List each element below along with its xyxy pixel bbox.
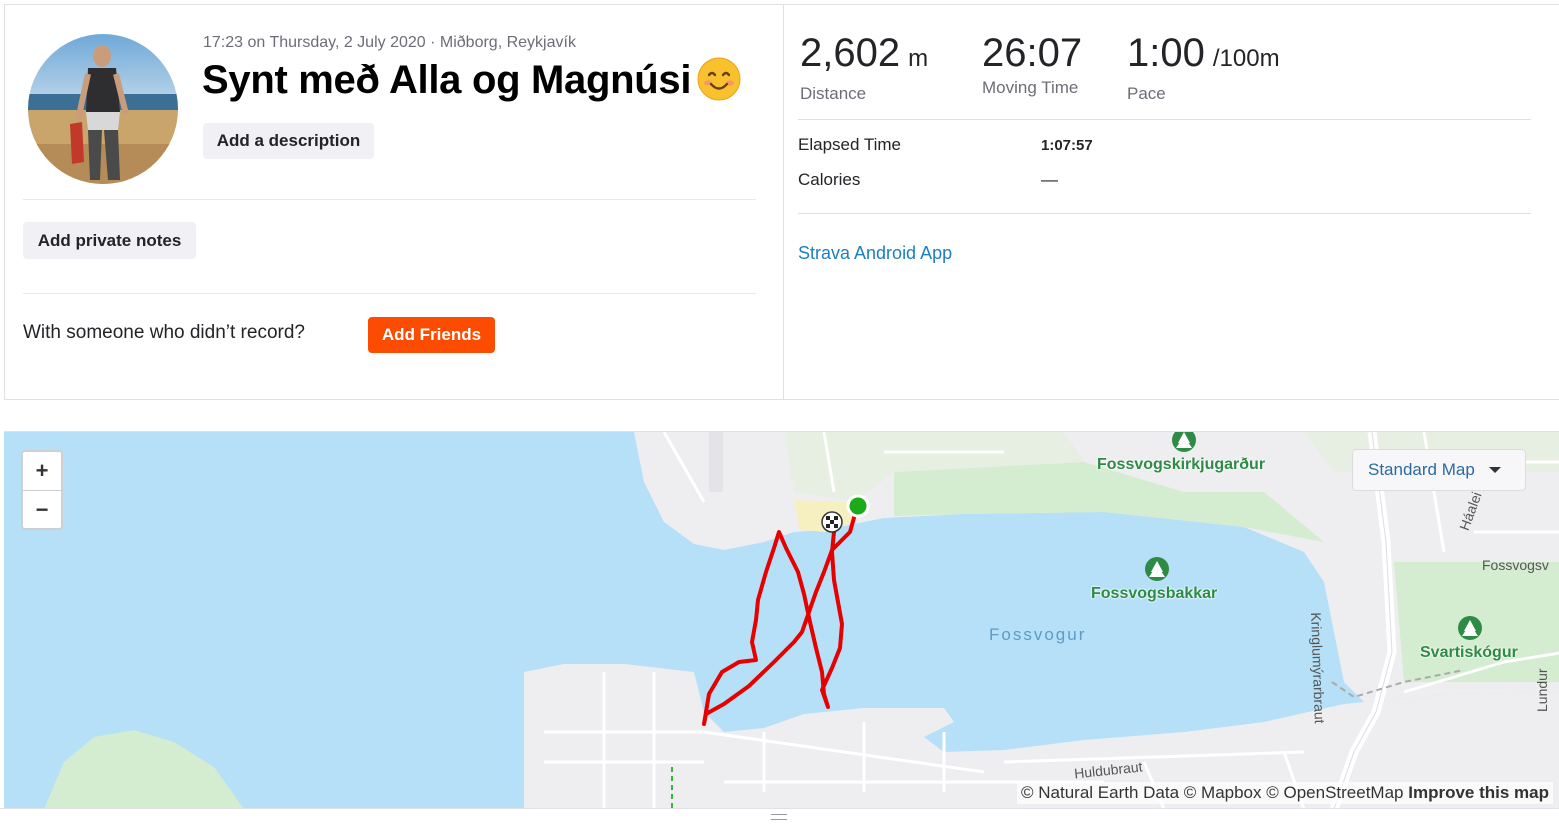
activity-meta: 17:23 on Thursday, 2 July 2020 · Miðborg…: [203, 34, 576, 51]
map-style-label: Standard Map: [1368, 460, 1475, 479]
moving-time-value: 26:07: [982, 31, 1083, 75]
pace-unit: /100m: [1212, 45, 1280, 72]
moving-time-label: Moving Time: [982, 78, 1079, 97]
map-basemap: [44, 432, 1559, 808]
attribution-text: © Natural Earth Data © Mapbox © OpenStre…: [1021, 783, 1404, 802]
divider: [798, 213, 1531, 214]
finish-flag-icon: [821, 511, 843, 533]
divider: [23, 199, 756, 200]
pace-label: Pace: [1127, 84, 1166, 103]
map-label-cemetery: Fossvogskirkjugarður: [1097, 456, 1266, 473]
stat-distance: 2,602 m Distance: [800, 30, 928, 104]
with-someone-text: With someone who didn’t record?: [23, 322, 305, 343]
grip-icon: [771, 814, 787, 820]
zoom-out-button[interactable]: −: [23, 491, 61, 529]
add-description-button[interactable]: Add a description: [203, 123, 374, 159]
map-label-forest: Svartiskógur: [1420, 644, 1518, 661]
calories-value: —: [1041, 170, 1058, 189]
park-icon: [1145, 557, 1169, 581]
zoom-in-button[interactable]: +: [23, 452, 61, 490]
divider: [798, 119, 1531, 120]
smiling-face-emoji-icon: [697, 57, 741, 101]
map-style-dropdown[interactable]: Standard Map: [1352, 449, 1526, 491]
pace-value: 1:00: [1127, 31, 1205, 75]
athlete-avatar[interactable]: [28, 34, 178, 184]
map-attribution: © Natural Earth Data © Mapbox © OpenStre…: [1017, 782, 1553, 804]
map-label-bay: Fossvogur: [989, 625, 1087, 644]
calories-label: Calories: [798, 170, 861, 189]
distance-label: Distance: [800, 84, 867, 103]
improve-map-link[interactable]: Improve this map: [1408, 783, 1549, 802]
stat-moving-time: 26:07 Moving Time: [982, 30, 1082, 98]
divider: [23, 293, 756, 294]
park-icon: [1458, 616, 1482, 640]
device-link[interactable]: Strava Android App: [798, 243, 952, 264]
start-marker-icon: [846, 494, 870, 518]
activity-map[interactable]: Fossvogskirkjugarður Fossvogsbakkar Foss…: [4, 431, 1559, 808]
map-resize-handle[interactable]: [0, 808, 1559, 830]
avatar-photo: [28, 34, 178, 184]
add-friends-button[interactable]: Add Friends: [368, 317, 495, 353]
zoom-control: + −: [21, 450, 63, 530]
distance-value: 2,602: [800, 31, 901, 75]
card-divider: [783, 5, 784, 399]
elapsed-time-label: Elapsed Time: [798, 135, 901, 154]
map-label-road-lundur: Lundur: [1534, 668, 1550, 712]
elapsed-time-value: 1:07:57: [1041, 137, 1093, 154]
activity-title: Synt með Alla og Magnúsi: [202, 58, 692, 102]
caret-down-icon: [1488, 467, 1501, 473]
add-private-notes-button[interactable]: Add private notes: [23, 222, 196, 259]
stat-pace: 1:00/100m Pace: [1127, 30, 1280, 104]
distance-unit: m: [908, 45, 929, 72]
map-label-bakkar: Fossvogsbakkar: [1091, 585, 1218, 602]
map-label-road-fossvogs: Fossvogsv: [1482, 557, 1549, 573]
